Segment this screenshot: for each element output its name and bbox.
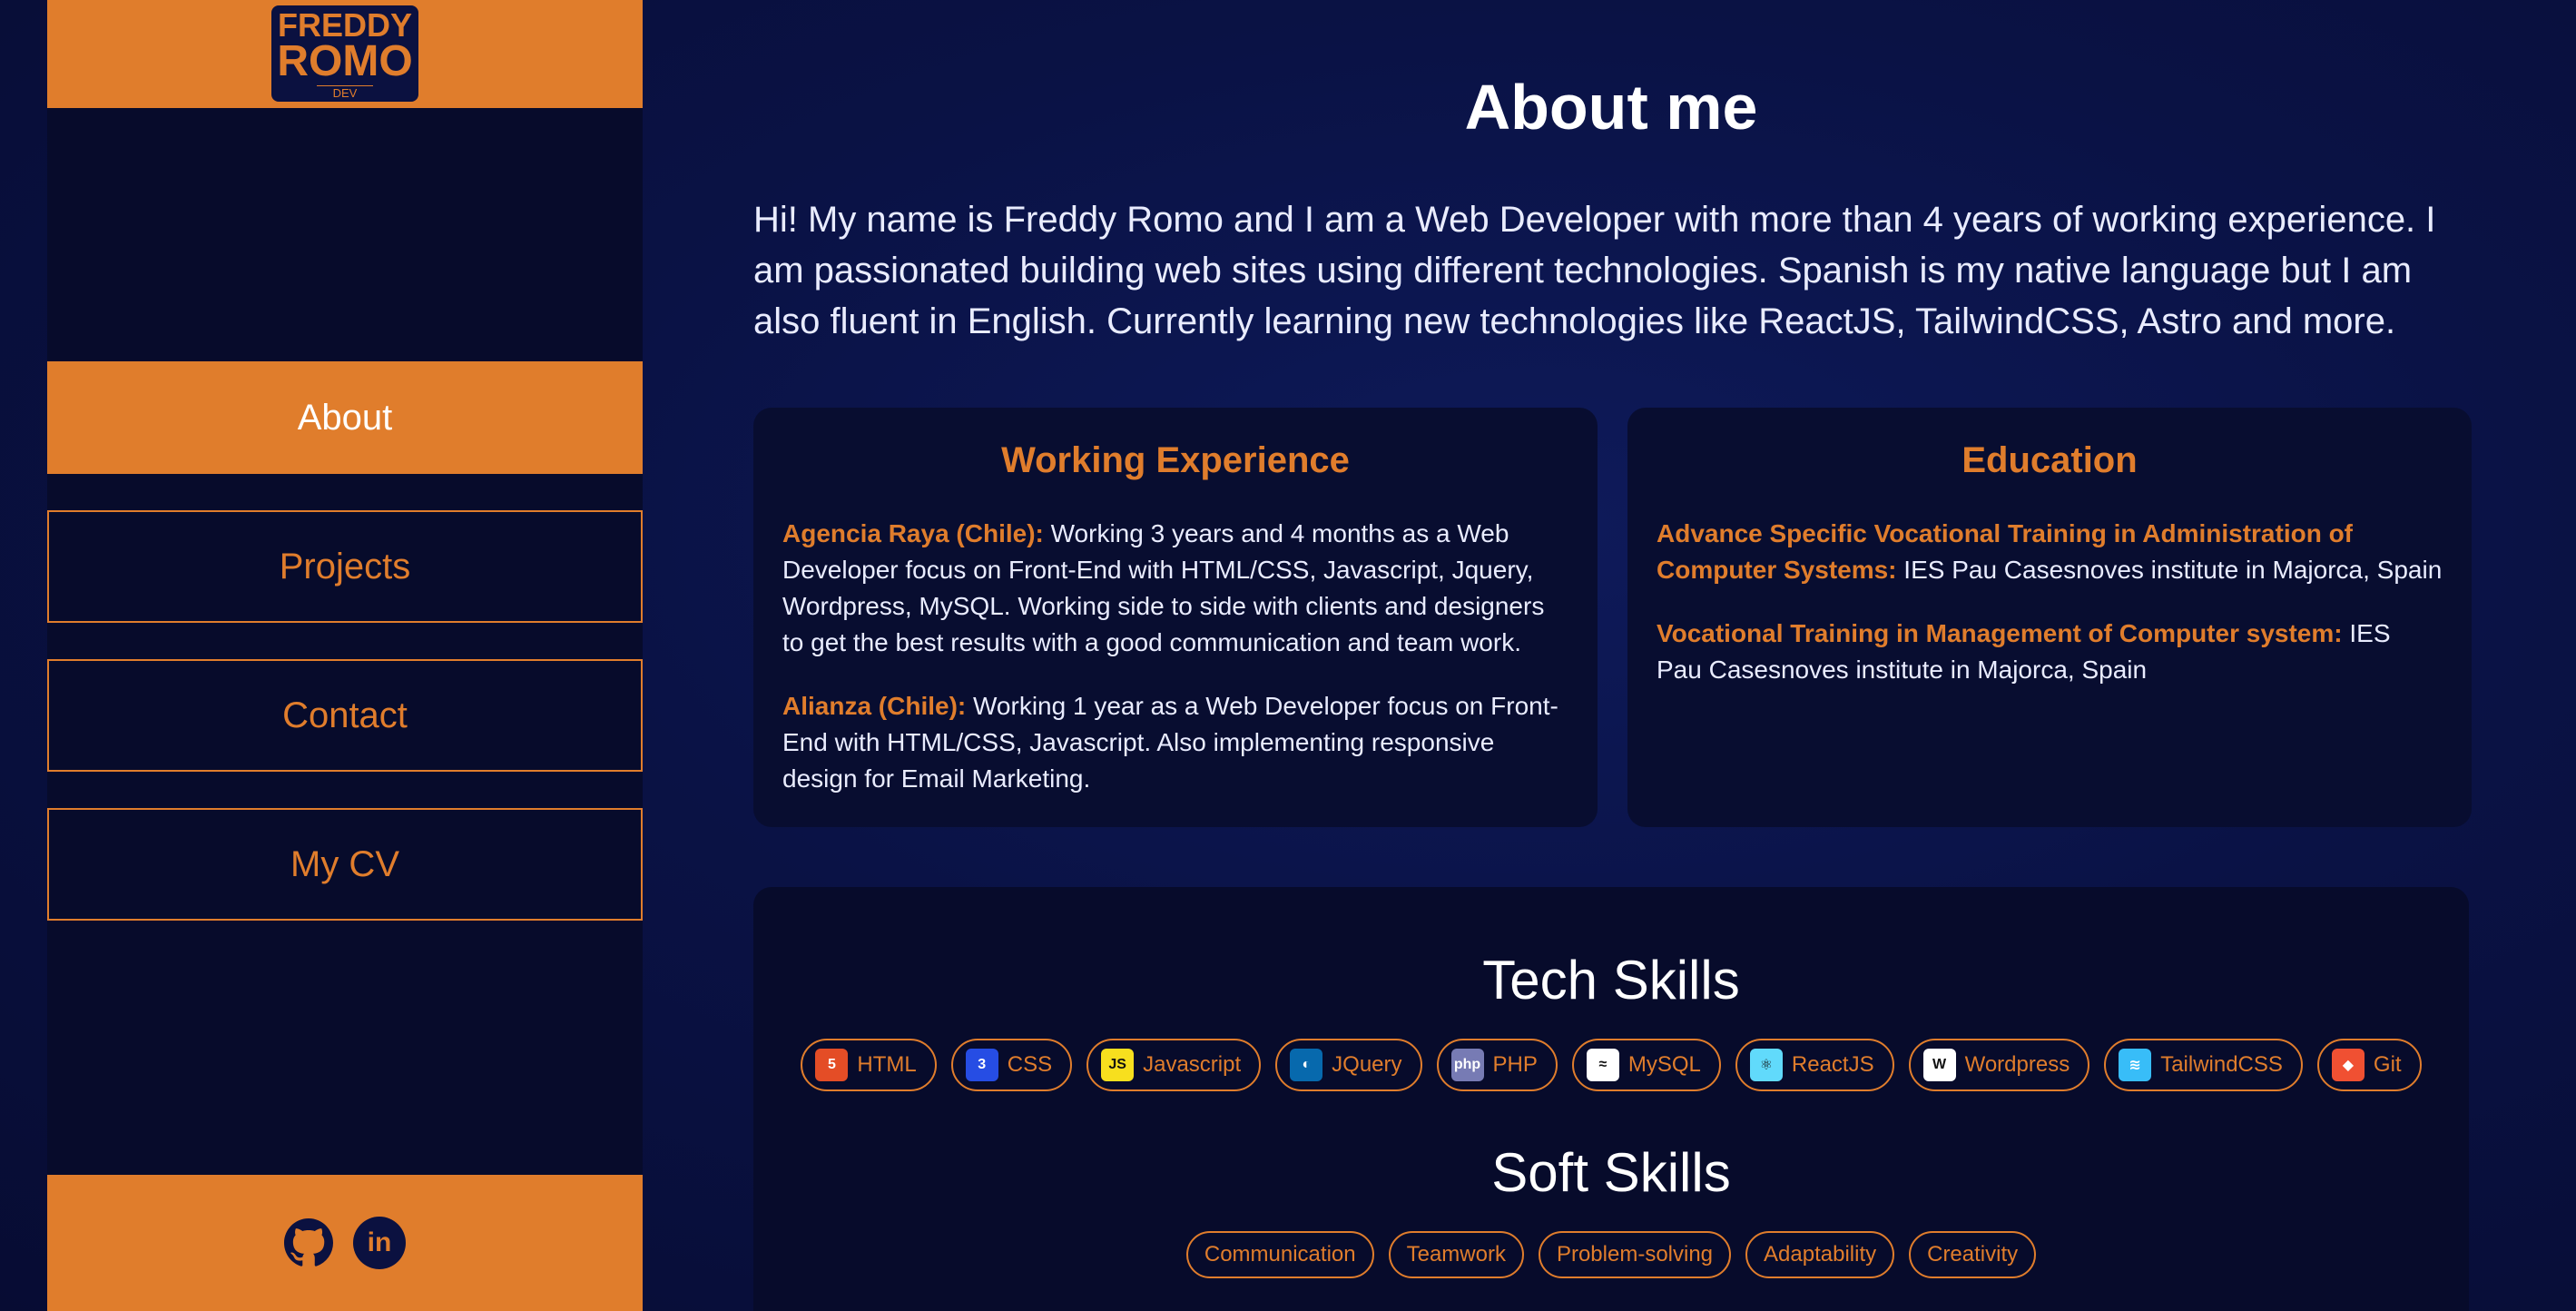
experience-item: Alianza (Chile): Working 1 year as a Web…	[782, 688, 1568, 797]
soft-skill-badge: Communication	[1185, 1231, 1374, 1278]
jquery-icon: ◐	[1290, 1049, 1323, 1081]
logo[interactable]: FREDDY ROMO DEV	[271, 5, 418, 102]
tech-skill-badge: JS Javascript	[1086, 1039, 1262, 1091]
linkedin-icon[interactable]: in	[353, 1217, 406, 1269]
tech-skill-badge: ≈ MySQL	[1571, 1039, 1721, 1091]
react-icon: ⚛	[1749, 1049, 1783, 1081]
about-section: About me Hi! My name is Freddy Romo and …	[753, 0, 2472, 1311]
logo-line-3: DEV	[316, 84, 374, 99]
working-experience-card: Working Experience Agencia Raya (Chile):…	[753, 408, 1598, 827]
tech-skill-label: JQuery	[1332, 1052, 1402, 1077]
tech-skill-badge: ◐ JQuery	[1275, 1039, 1422, 1091]
experience-company: Agencia Raya (Chile):	[782, 519, 1044, 547]
intro-paragraph: Hi! My name is Freddy Romo and I am a We…	[753, 200, 2436, 341]
education-text: IES Pau Casesnoves institute in Majorca,…	[1896, 556, 2443, 584]
nav-about-button[interactable]: About	[47, 361, 643, 474]
education-card: Education Advance Specific Vocational Tr…	[1627, 408, 2472, 827]
education-item: Vocational Training in Management of Com…	[1657, 616, 2443, 688]
logo-bar: FREDDY ROMO DEV	[47, 0, 643, 108]
tech-skill-label: HTML	[857, 1052, 917, 1077]
nav-contact-button[interactable]: Contact	[47, 659, 643, 772]
html5-icon: 5	[815, 1049, 849, 1081]
tech-skill-label: CSS	[1007, 1052, 1053, 1077]
soft-skill-badge: Teamwork	[1388, 1231, 1524, 1278]
soft-skills-title: Soft Skills	[1491, 1142, 1731, 1203]
nav-cv-button[interactable]: My CV	[47, 808, 643, 921]
tech-skill-badge: ≋ TailwindCSS	[2104, 1039, 2303, 1091]
css3-icon: 3	[965, 1049, 998, 1081]
soft-skill-badge: Creativity	[1909, 1231, 2037, 1278]
page-title: About me	[1464, 72, 1758, 143]
tech-skill-badge: 5 HTML	[801, 1039, 937, 1091]
tailwind-icon: ≋	[2119, 1049, 2152, 1081]
wordpress-icon: W	[1922, 1049, 1956, 1081]
javascript-icon: JS	[1101, 1049, 1135, 1081]
education-title: Education	[1961, 440, 2138, 480]
tech-skill-label: Javascript	[1143, 1052, 1242, 1077]
tech-skill-label: Git	[2373, 1052, 2402, 1077]
tech-skill-label: TailwindCSS	[2160, 1052, 2283, 1077]
experience-item: Agencia Raya (Chile): Working 3 years an…	[782, 516, 1568, 661]
working-experience-title: Working Experience	[1001, 440, 1350, 480]
experience-company: Alianza (Chile):	[782, 692, 967, 720]
skills-section: Tech Skills 5 HTML 3 CSS JS Javascript ◐ JQuery…	[753, 887, 2469, 1311]
git-icon: ◆	[2331, 1049, 2365, 1081]
php-icon: php	[1450, 1049, 1484, 1081]
nav-projects-button[interactable]: Projects	[47, 510, 643, 623]
education-item: Advance Specific Vocational Training in …	[1657, 516, 2443, 588]
tech-skill-label: PHP	[1492, 1052, 1538, 1077]
soft-skill-badge: Adaptability	[1745, 1231, 1895, 1278]
tech-skills-title: Tech Skills	[1482, 950, 1740, 1010]
tech-skill-label: ReactJS	[1791, 1052, 1874, 1077]
tech-skills-list: 5 HTML 3 CSS JS Javascript ◐ JQuery php PHP ≈ MySQL…	[753, 1039, 2469, 1091]
tech-skill-badge: ◆ Git	[2316, 1039, 2422, 1091]
tech-skill-label: Wordpress	[1964, 1052, 2070, 1077]
education-degree: Vocational Training in Management of Com…	[1657, 619, 2343, 647]
tech-skill-label: MySQL	[1627, 1052, 1701, 1077]
logo-line-2: ROMO	[277, 36, 413, 85]
tech-skill-badge: ⚛ ReactJS	[1735, 1039, 1894, 1091]
social-bar: in	[47, 1175, 643, 1311]
mysql-icon: ≈	[1586, 1049, 1619, 1081]
tech-skill-badge: 3 CSS	[950, 1039, 1073, 1091]
tech-skill-badge: php PHP	[1436, 1039, 1558, 1091]
sidebar: FREDDY ROMO DEV About Projects Contact M…	[47, 0, 643, 1311]
soft-skills-list: Communication Teamwork Problem-solving Adap…	[753, 1231, 2469, 1278]
github-icon[interactable]	[284, 1218, 333, 1267]
soft-skill-badge: Problem-solving	[1538, 1231, 1732, 1278]
tech-skill-badge: W Wordpress	[1908, 1039, 2090, 1091]
